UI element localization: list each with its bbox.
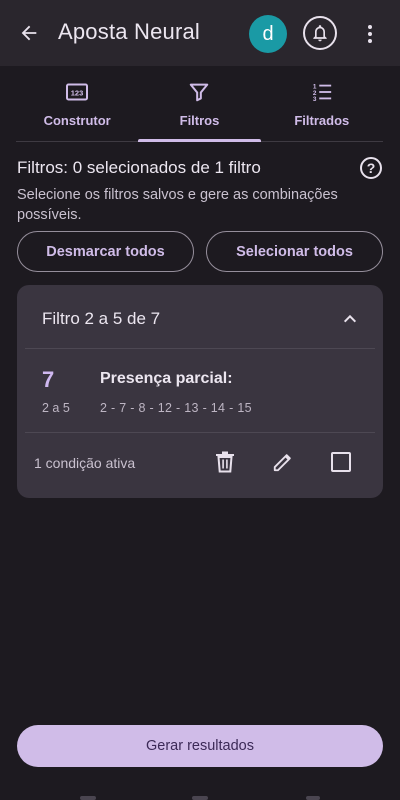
tab-filtrados[interactable]: 1 2 3 Filtrados (261, 66, 383, 141)
nav-home-hint[interactable] (192, 796, 208, 800)
tab-construtor[interactable]: 123 Construtor (16, 66, 138, 141)
svg-text:3: 3 (313, 96, 317, 103)
filter-range: 2 a 5 (42, 401, 70, 415)
more-vert-icon[interactable] (360, 20, 380, 48)
generate-results-button[interactable]: Gerar resultados (17, 725, 383, 767)
tab-label: Filtrados (294, 113, 350, 128)
filter-total-number: 7 (42, 367, 55, 392)
numbered-list-icon: 1 2 3 (311, 80, 333, 104)
delete-icon[interactable] (213, 450, 237, 474)
bell-icon[interactable] (303, 16, 337, 50)
nav-recents-hint[interactable] (80, 796, 96, 800)
tab-label: Filtros (179, 113, 220, 128)
svg-text:123: 123 (71, 89, 84, 98)
checkbox-icon (331, 452, 351, 472)
divider (25, 348, 375, 349)
nav-back-hint[interactable] (306, 796, 320, 800)
filter-icon (188, 80, 210, 104)
help-icon[interactable]: ? (360, 157, 382, 179)
tab-bar: 123 Construtor Filtros 1 2 3 Filtrados (16, 66, 383, 142)
filter-card-title: Filtro 2 a 5 de 7 (42, 309, 161, 328)
avatar[interactable]: d (249, 15, 287, 53)
filters-heading: Filtros: 0 selecionados de 1 filtro (17, 158, 261, 177)
back-arrow-icon[interactable] (16, 20, 42, 46)
tab-label: Construtor (43, 113, 111, 128)
filter-card: Filtro 2 a 5 de 7 7 2 a 5 Presença parci… (17, 285, 383, 498)
filters-description: Selecione os filtros salvos e gere as co… (17, 187, 338, 223)
app-title: Aposta Neural (58, 19, 201, 44)
chevron-up-icon[interactable] (340, 309, 360, 329)
deselect-all-button[interactable]: Desmarcar todos (17, 231, 194, 272)
select-all-button[interactable]: Selecionar todos (206, 231, 383, 272)
condition-title: Presença parcial: (100, 370, 233, 387)
numbers-123-icon: 123 (65, 80, 89, 104)
condition-values: 2 - 7 - 8 - 12 - 13 - 14 - 15 (100, 401, 252, 415)
tab-filtros[interactable]: Filtros (138, 66, 261, 142)
select-checkbox[interactable] (329, 450, 353, 474)
system-nav-bar (0, 786, 400, 800)
edit-pencil-icon[interactable] (271, 450, 295, 474)
app-bar: Aposta Neural d (0, 0, 400, 66)
active-conditions: 1 condição ativa (34, 455, 136, 471)
divider (25, 432, 375, 433)
